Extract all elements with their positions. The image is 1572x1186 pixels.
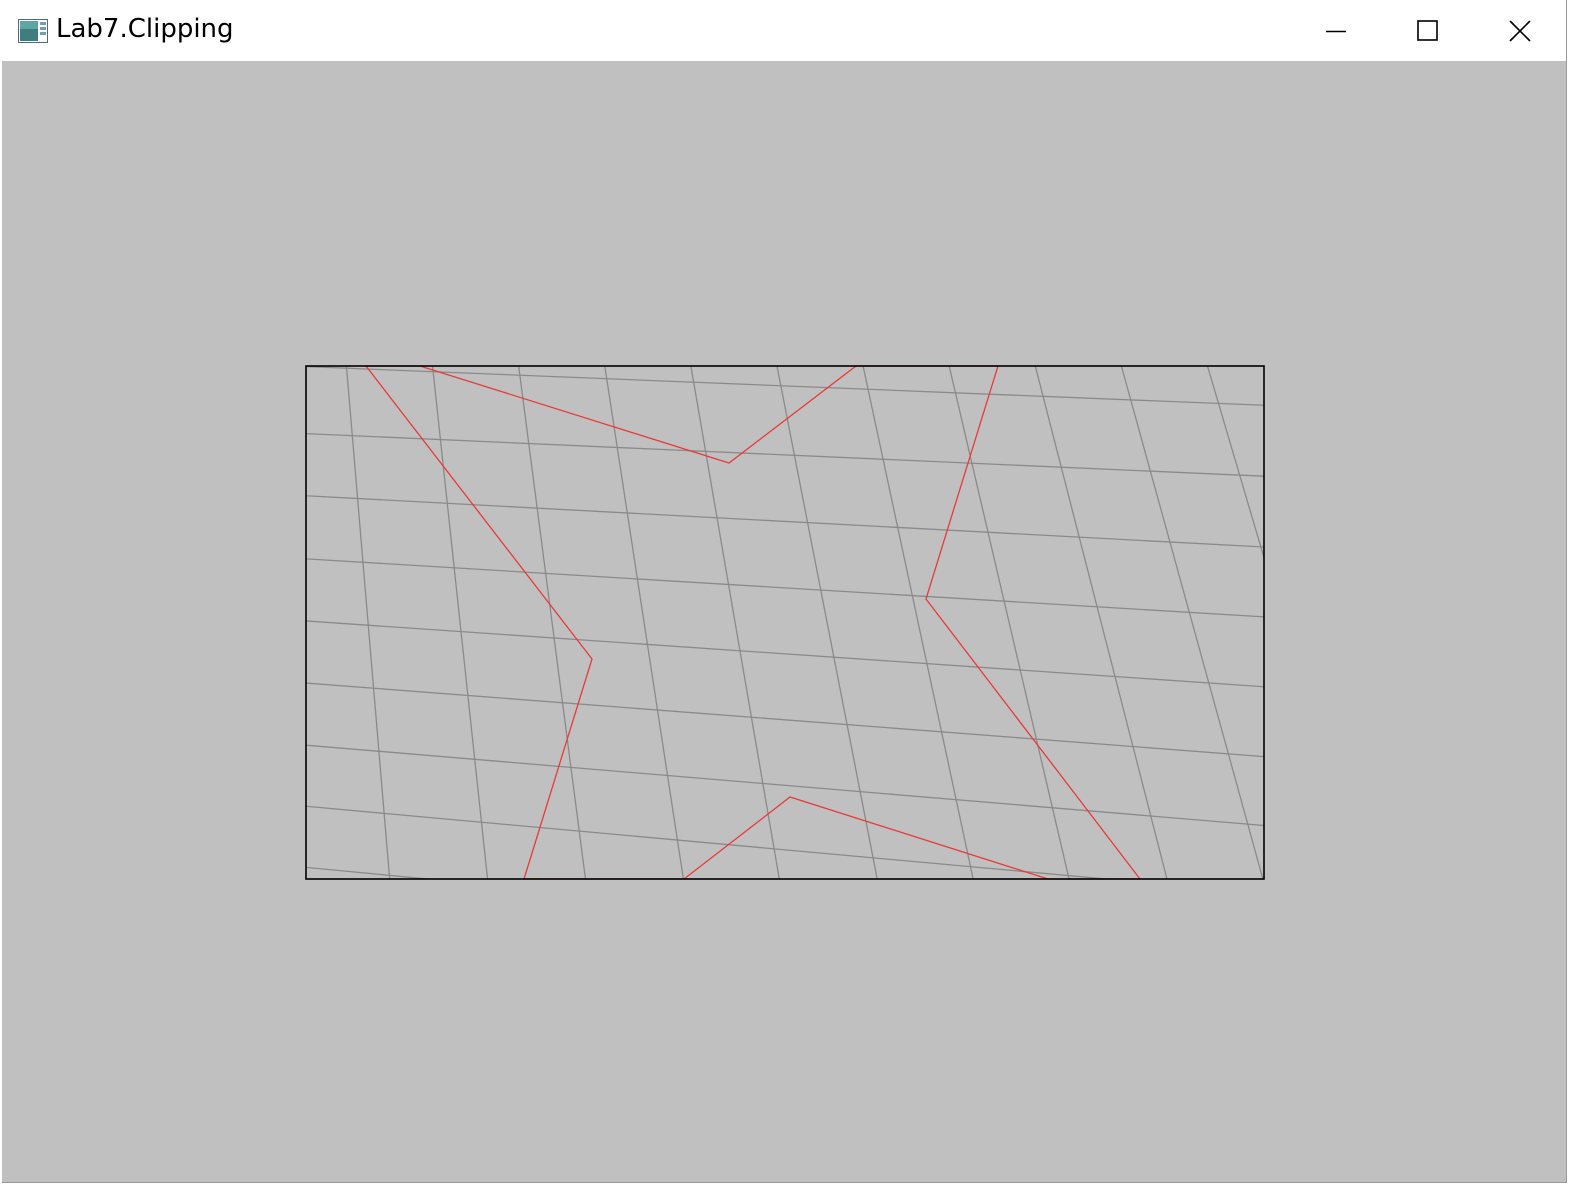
close-icon (1509, 19, 1531, 42)
minimize-button[interactable] (1290, 0, 1382, 61)
grid-line (776, 366, 878, 879)
grid-line (1120, 366, 1264, 879)
app-window-icon (18, 19, 48, 43)
grid-line (345, 366, 391, 879)
grid-line (604, 366, 685, 879)
app-window: Lab7.Clipping (2, 0, 1567, 1183)
grid-line (306, 805, 1114, 879)
drawing-canvas[interactable] (2, 61, 1566, 1182)
grid-line (306, 866, 435, 879)
minimize-icon (1326, 30, 1346, 32)
clipped-polygon (365, 365, 1141, 880)
grid-line (1206, 366, 1264, 560)
polygon-edge-top (366, 365, 998, 464)
maximize-button[interactable] (1382, 0, 1474, 61)
close-button[interactable] (1474, 0, 1566, 61)
grid-line (306, 495, 1264, 548)
polygon-edge-right (925, 365, 1141, 880)
maximize-icon (1417, 19, 1438, 41)
grid-line (306, 744, 1264, 827)
client-area[interactable] (2, 61, 1566, 1182)
grid-line (862, 366, 974, 879)
window-title: Lab7.Clipping (56, 14, 234, 44)
polygon-edge-bottom (524, 796, 1140, 880)
clip-window (305, 365, 1265, 880)
grid-line (1034, 366, 1168, 879)
title-bar[interactable]: Lab7.Clipping (2, 0, 1566, 61)
grid-line (306, 620, 1264, 688)
distorted-grid (306, 366, 1264, 879)
grid-line (306, 558, 1264, 618)
grid-line (690, 366, 780, 879)
grid-line (431, 366, 489, 879)
grid-line (517, 366, 587, 879)
